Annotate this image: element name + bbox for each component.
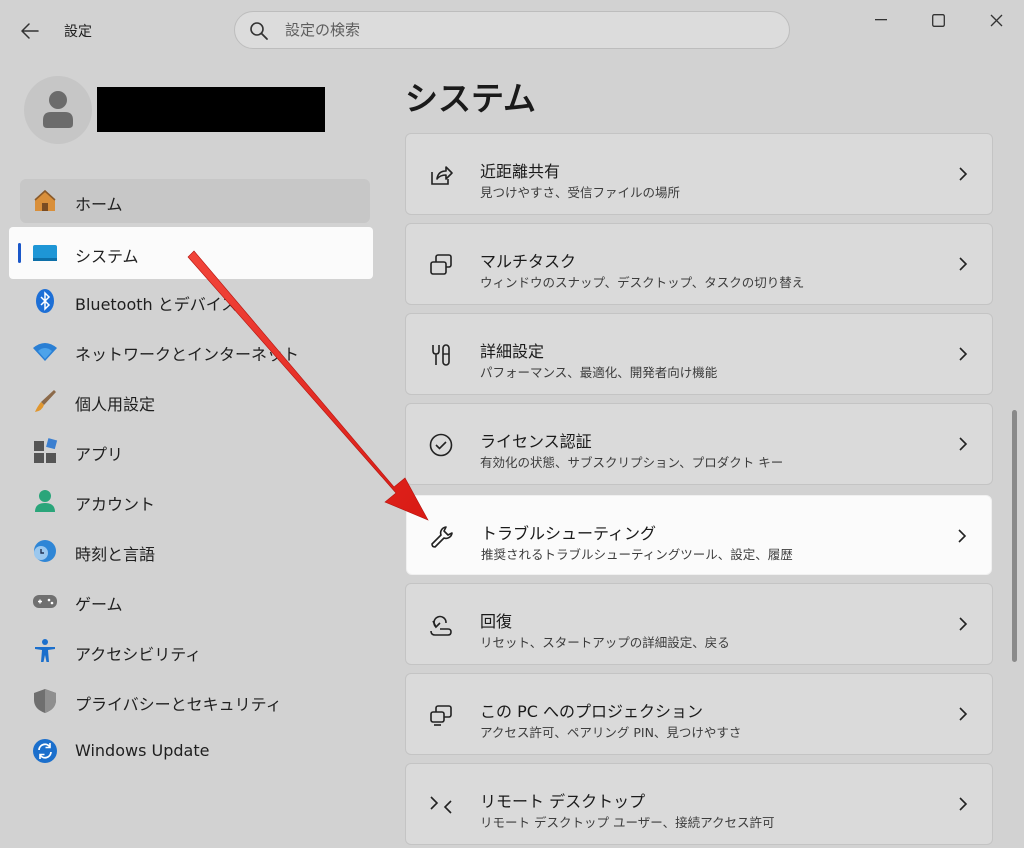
maximize-icon — [931, 13, 945, 27]
card-title: この PC へのプロジェクション — [480, 702, 703, 721]
close-button[interactable] — [971, 0, 1021, 40]
sidebar-item-privacy-security[interactable]: プライバシーとセキュリティ — [20, 679, 370, 723]
chevron-right-icon — [959, 167, 968, 181]
sidebar-item-apps[interactable]: アプリ — [20, 429, 370, 473]
card-activation[interactable]: ライセンス認証 有効化の状態、サブスクリプション、プロダクト キー — [405, 403, 993, 485]
bluetooth-icon — [36, 289, 54, 313]
close-icon — [990, 14, 1002, 26]
check-circle-icon — [429, 433, 453, 457]
card-subtitle: 推奨されるトラブルシューティングツール、設定、履歴 — [481, 547, 793, 562]
sidebar-item-gaming[interactable]: ゲーム — [20, 579, 370, 623]
sidebar-item-home[interactable]: ホーム — [20, 179, 370, 223]
card-remote-desktop[interactable]: リモート デスクトップ リモート デスクトップ ユーザー、接続アクセス許可 — [405, 763, 993, 845]
sidebar-item-label: アプリ — [75, 445, 124, 464]
card-subtitle: ウィンドウのスナップ、デスクトップ、タスクの切り替え — [480, 275, 805, 290]
sidebar-item-label: プライバシーとセキュリティ — [75, 695, 282, 714]
sidebar-item-label: 時刻と言語 — [75, 545, 156, 564]
home-icon — [34, 189, 56, 211]
multitask-icon — [430, 254, 452, 275]
back-arrow-icon — [21, 23, 39, 39]
chevron-right-icon — [958, 529, 967, 543]
chevron-right-icon — [959, 707, 968, 721]
sidebar-item-accessibility[interactable]: アクセシビリティ — [20, 629, 370, 673]
recovery-icon — [430, 615, 452, 636]
chevron-right-icon — [959, 257, 968, 271]
wrench-icon — [431, 526, 453, 548]
card-recovery[interactable]: 回復 リセット、スタートアップの詳細設定、戻る — [405, 583, 993, 665]
card-subtitle: 有効化の状態、サブスクリプション、プロダクト キー — [480, 455, 784, 470]
scrollbar-thumb[interactable] — [1012, 410, 1017, 662]
share-icon — [431, 166, 453, 185]
card-advanced-settings[interactable]: 詳細設定 パフォーマンス、最適化、開発者向け機能 — [405, 313, 993, 395]
username-redacted — [97, 87, 325, 132]
sidebar-item-label: アカウント — [75, 495, 156, 514]
accessibility-icon — [35, 639, 55, 662]
sidebar-item-bluetooth[interactable]: Bluetooth とデバイス — [20, 279, 370, 323]
card-troubleshoot[interactable]: トラブルシューティング 推奨されるトラブルシューティングツール、設定、履歴 — [406, 495, 992, 575]
chevron-right-icon — [959, 797, 968, 811]
person-icon — [43, 91, 73, 128]
card-nearby-sharing[interactable]: 近距離共有 見つけやすさ、受信ファイルの場所 — [405, 133, 993, 215]
apps-icon — [34, 438, 58, 463]
sidebar-item-accounts[interactable]: アカウント — [20, 479, 370, 523]
search-icon — [250, 22, 268, 40]
card-subtitle: アクセス許可、ペアリング PIN、見つけやすさ — [480, 725, 742, 740]
card-subtitle: 見つけやすさ、受信ファイルの場所 — [480, 185, 681, 200]
app-title: 設定 — [64, 24, 92, 40]
chevron-right-icon — [959, 347, 968, 361]
search-box[interactable] — [234, 11, 790, 49]
time-language-icon — [34, 540, 56, 562]
chevron-right-icon — [959, 437, 968, 451]
remote-desktop-icon — [430, 796, 452, 814]
sidebar-item-label: 個人用設定 — [75, 395, 156, 414]
card-title: ライセンス認証 — [480, 432, 592, 451]
account-icon — [35, 490, 55, 512]
sidebar-item-personalization[interactable]: 個人用設定 — [20, 379, 370, 423]
page-title: システム — [405, 79, 537, 118]
maximize-button[interactable] — [913, 0, 963, 40]
sidebar-item-label: システム — [75, 247, 139, 266]
projection-icon — [430, 705, 452, 726]
avatar — [24, 76, 92, 144]
chevron-right-icon — [959, 617, 968, 631]
card-title: トラブルシューティング — [481, 524, 657, 543]
title-bar: 設定 — [0, 0, 1024, 62]
back-button[interactable] — [14, 16, 46, 46]
sidebar-item-label: Bluetooth とデバイス — [75, 295, 238, 314]
sidebar-item-label: ネットワークとインターネット — [75, 345, 300, 364]
selection-indicator — [18, 243, 21, 263]
card-title: マルチタスク — [480, 252, 577, 271]
card-title: 詳細設定 — [480, 342, 545, 361]
paintbrush-icon — [35, 390, 56, 412]
search-input[interactable] — [285, 12, 765, 48]
system-monitor-icon — [33, 245, 57, 261]
card-multitasking[interactable]: マルチタスク ウィンドウのスナップ、デスクトップ、タスクの切り替え — [405, 223, 993, 305]
minimize-icon — [875, 19, 887, 21]
windows-update-icon — [33, 739, 57, 763]
shield-icon — [34, 689, 56, 713]
gamepad-icon — [33, 595, 57, 608]
sidebar-item-label: Windows Update — [75, 741, 210, 760]
sidebar-item-network[interactable]: ネットワークとインターネット — [20, 329, 370, 373]
sidebar-item-time-language[interactable]: 時刻と言語 — [20, 529, 370, 573]
card-title: 近距離共有 — [480, 162, 561, 181]
sidebar-item-label: ホーム — [75, 195, 123, 214]
sidebar-item-label: アクセシビリティ — [75, 645, 202, 664]
card-subtitle: リセット、スタートアップの詳細設定、戻る — [480, 635, 730, 650]
advanced-tools-icon — [432, 344, 450, 366]
sidebar-item-system[interactable]: システム — [9, 227, 373, 279]
card-title: リモート デスクトップ — [480, 792, 646, 811]
card-title: 回復 — [480, 612, 513, 631]
sidebar-item-windows-update[interactable]: Windows Update — [20, 729, 370, 773]
card-projection[interactable]: この PC へのプロジェクション アクセス許可、ペアリング PIN、見つけやすさ — [405, 673, 993, 755]
minimize-button[interactable] — [856, 0, 906, 40]
wifi-icon — [33, 343, 57, 361]
sidebar-item-label: ゲーム — [75, 595, 123, 614]
card-subtitle: リモート デスクトップ ユーザー、接続アクセス許可 — [480, 815, 775, 830]
card-subtitle: パフォーマンス、最適化、開発者向け機能 — [480, 365, 718, 380]
